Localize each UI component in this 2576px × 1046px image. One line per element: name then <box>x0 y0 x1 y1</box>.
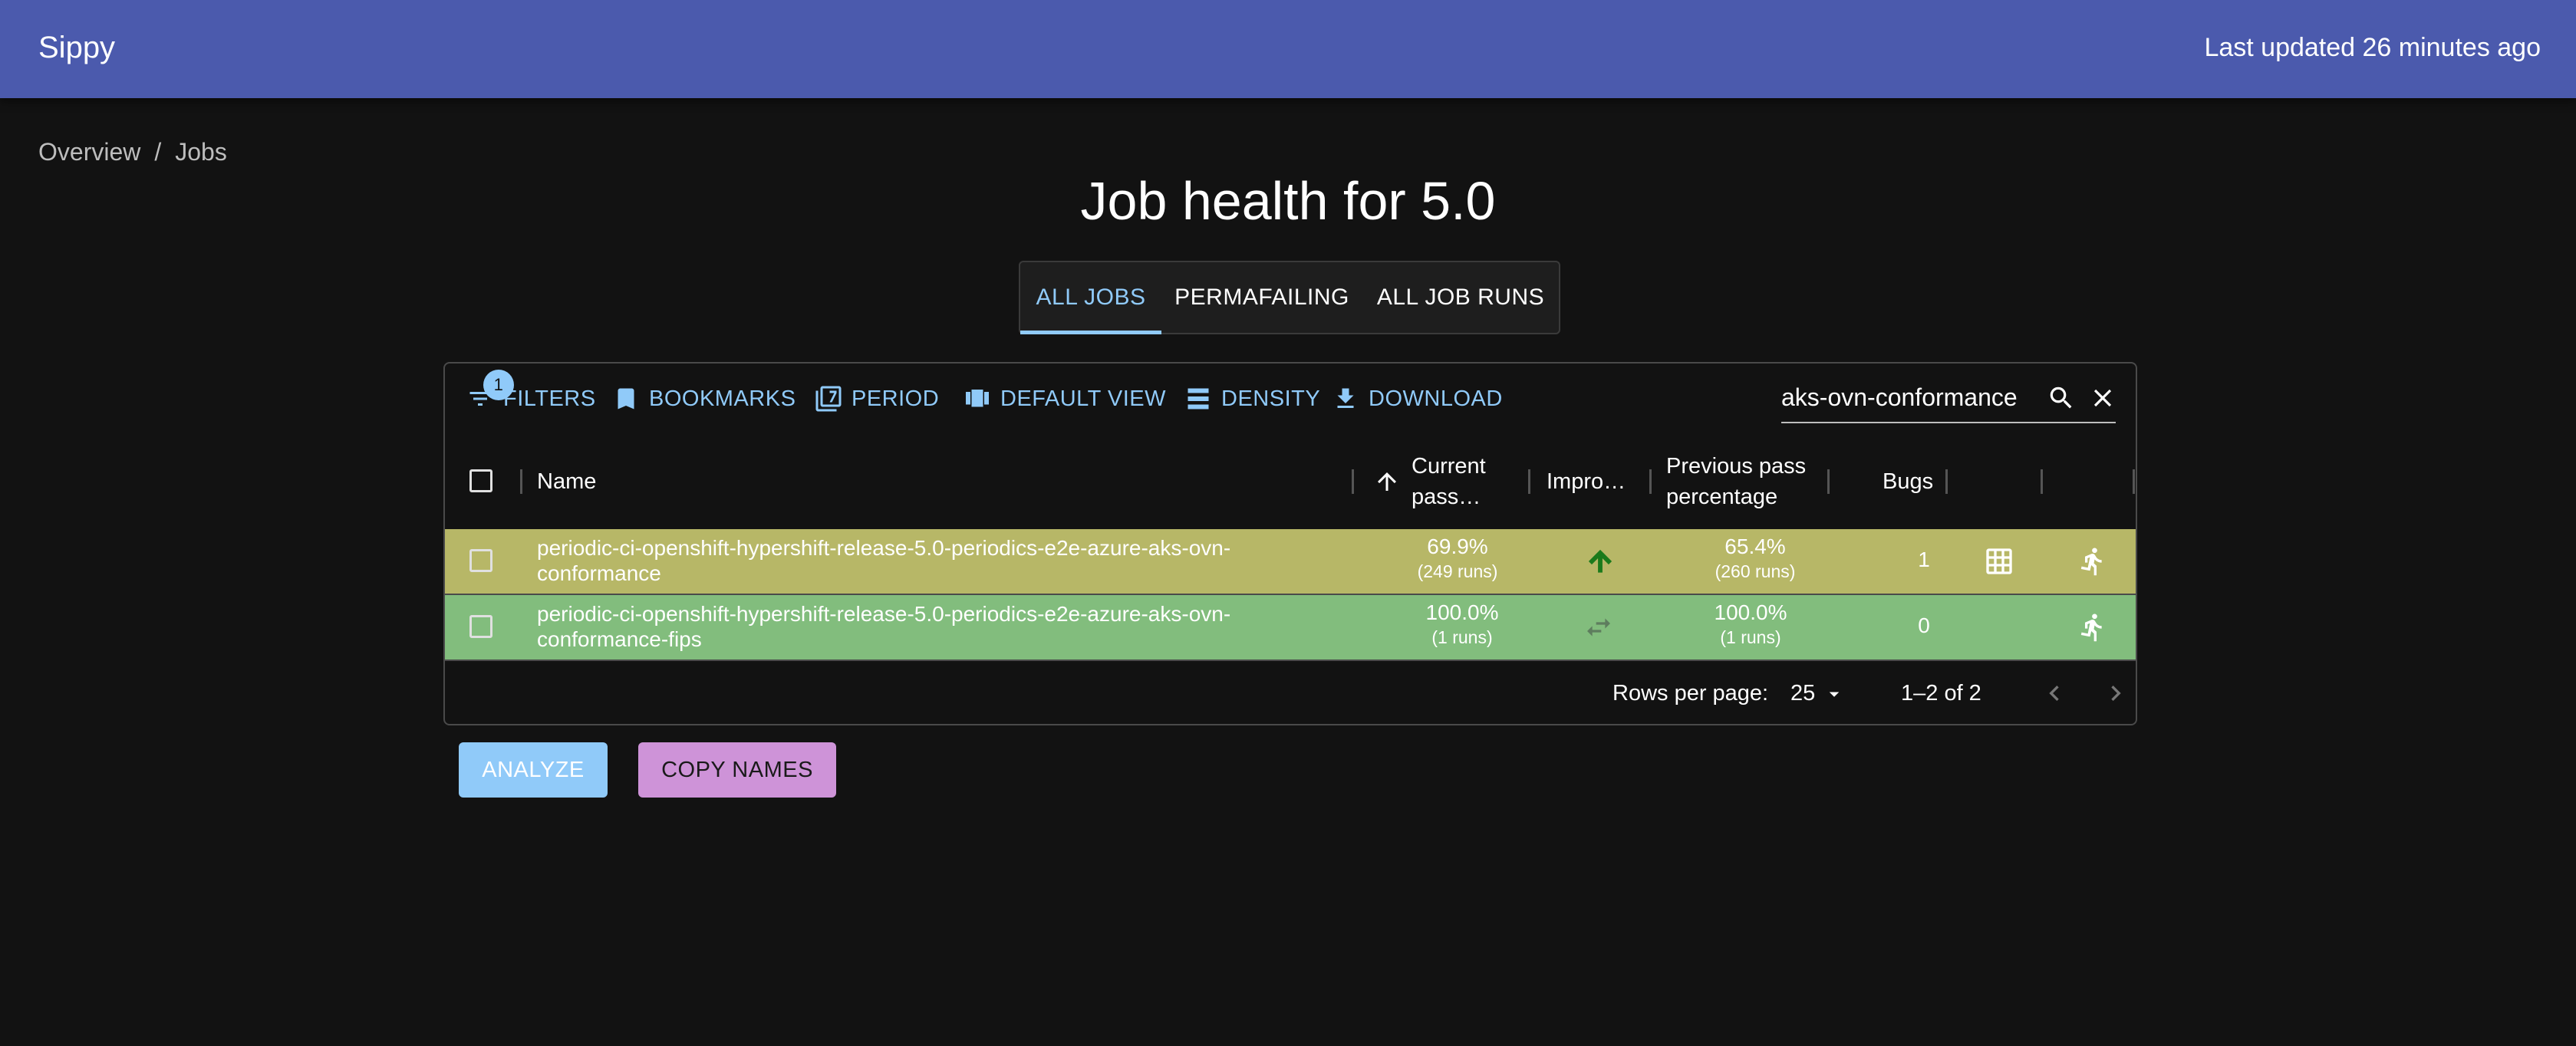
density-button[interactable]: DENSITY <box>1184 383 1320 414</box>
current-pass-header-line1: Current <box>1412 454 1486 479</box>
calendar-seven-icon <box>815 386 842 412</box>
current-pass-value: 100.0% <box>1425 600 1499 624</box>
search-box <box>1781 376 2116 423</box>
job-name-line2: conformance <box>537 561 661 585</box>
breadcrumb: Overview / Jobs <box>38 138 227 166</box>
download-icon <box>1337 388 1354 408</box>
period-label: PERIOD <box>852 386 940 411</box>
last-updated-text: Last updated 26 minutes ago <box>2204 33 2541 62</box>
previous-pass-runs: (1 runs) <box>1720 627 1781 647</box>
bookmarks-button[interactable]: BOOKMARKS <box>612 383 796 414</box>
view-carousel-icon <box>966 390 989 407</box>
job-name-line2: conformance-fips <box>537 627 702 651</box>
period-button[interactable]: PERIOD <box>815 383 939 414</box>
breadcrumb-jobs: Jobs <box>175 138 227 166</box>
column-header-current-pass[interactable]: Current pass… <box>1412 451 1486 512</box>
job-runs-icon[interactable] <box>2077 546 2108 577</box>
bookmarks-label: BOOKMARKS <box>649 386 796 411</box>
chevron-left-icon[interactable] <box>2039 678 2070 709</box>
column-separator[interactable] <box>2133 469 2135 494</box>
previous-pass-cell: 100.0% (1 runs) <box>1674 600 1827 649</box>
column-header-previous-pass[interactable]: Previous pass percentage <box>1666 451 1806 512</box>
current-pass-runs: (249 runs) <box>1417 561 1498 581</box>
default-view-label: DEFAULT VIEW <box>1000 386 1167 411</box>
default-view-button[interactable]: DEFAULT VIEW <box>964 383 1166 414</box>
rows-per-page-label: Rows per page: <box>1612 681 1769 706</box>
bugs-count[interactable]: 1 <box>1901 548 1947 572</box>
grid-view-icon[interactable] <box>1984 546 2014 577</box>
row-checkbox[interactable] <box>469 615 492 638</box>
current-pass-value: 69.9% <box>1427 535 1488 558</box>
column-separator[interactable] <box>1827 469 1830 494</box>
tab-all-jobs[interactable]: ALL JOBS <box>1020 262 1161 334</box>
density-icon <box>1188 388 1209 410</box>
previous-pass-cell: 65.4% (260 runs) <box>1678 534 1832 583</box>
column-separator[interactable] <box>1528 469 1530 494</box>
current-pass-header-line2: pass… <box>1412 485 1481 509</box>
table-row[interactable]: periodic-ci-openshift-hypershift-release… <box>445 595 2136 661</box>
job-tabs: ALL JOBS PERMAFAILING ALL JOB RUNS <box>1019 261 1560 334</box>
previous-pass-header-line2: percentage <box>1666 485 1778 509</box>
filters-label: FILTERS <box>503 386 596 411</box>
column-separator[interactable] <box>1649 469 1652 494</box>
search-icon <box>2050 386 2072 409</box>
rows-per-page-value: 25 <box>1790 681 1816 706</box>
job-runs-icon[interactable] <box>2077 612 2108 643</box>
job-name-line1: periodic-ci-openshift-hypershift-release… <box>537 536 1231 560</box>
previous-pass-value: 65.4% <box>1724 535 1786 558</box>
sort-ascending-icon[interactable] <box>1373 468 1401 495</box>
tab-all-job-runs[interactable]: ALL JOB RUNS <box>1362 262 1559 333</box>
download-label: DOWNLOAD <box>1369 386 1503 411</box>
column-separator[interactable] <box>520 469 522 494</box>
filters-button[interactable]: FILTERS 1 <box>466 370 596 414</box>
bookmark-icon <box>618 388 634 410</box>
table-row[interactable]: periodic-ci-openshift-hypershift-release… <box>445 529 2136 595</box>
filters-count-badge: 1 <box>483 370 514 400</box>
column-header-bugs[interactable]: Bugs <box>1883 466 1933 497</box>
column-header-name[interactable]: Name <box>537 466 596 497</box>
table-toolbar: FILTERS 1 BOOKMARKS PERIOD DEFAULT VIEW … <box>445 363 2136 434</box>
job-name-cell[interactable]: periodic-ci-openshift-hypershift-release… <box>537 535 1273 586</box>
page-title: Job health for 5.0 <box>1080 171 1496 231</box>
column-separator[interactable] <box>1352 469 1354 494</box>
previous-pass-header-line1: Previous pass <box>1666 454 1807 479</box>
arrow-up-icon <box>1588 549 1612 573</box>
row-checkbox[interactable] <box>469 549 492 572</box>
app-bar: Sippy Last updated 26 minutes ago <box>0 0 2576 98</box>
download-button[interactable]: DOWNLOAD <box>1332 383 1503 414</box>
bugs-count[interactable]: 0 <box>1901 613 1947 638</box>
breadcrumb-separator: / <box>154 138 162 166</box>
current-pass-cell: 69.9% (249 runs) <box>1381 534 1534 583</box>
analyze-button[interactable]: ANALYZE <box>459 742 608 798</box>
select-all-checkbox[interactable] <box>469 469 492 492</box>
search-input[interactable] <box>1781 380 2027 414</box>
copy-names-button[interactable]: COPY NAMES <box>638 742 836 798</box>
job-name-line1: periodic-ci-openshift-hypershift-release… <box>537 602 1231 626</box>
table-header: Name Current pass… Impro… Previous pass … <box>445 434 2136 531</box>
chevron-right-icon[interactable] <box>2100 678 2131 709</box>
density-label: DENSITY <box>1221 386 1321 411</box>
app-title[interactable]: Sippy <box>38 31 115 65</box>
jobs-table: FILTERS 1 BOOKMARKS PERIOD DEFAULT VIEW … <box>443 362 2137 725</box>
previous-pass-value: 100.0% <box>1714 600 1787 624</box>
current-pass-runs: (1 runs) <box>1431 627 1493 647</box>
pagination-range: 1–2 of 2 <box>1901 681 1981 706</box>
breadcrumb-overview[interactable]: Overview <box>38 138 140 166</box>
table-pagination: Rows per page: 25 1–2 of 2 <box>445 661 2136 724</box>
rows-per-page-select[interactable]: 25 <box>1790 681 1846 706</box>
swap-icon <box>1587 618 1610 636</box>
caret-down-icon <box>1830 692 1840 697</box>
previous-pass-runs: (260 runs) <box>1715 561 1796 581</box>
clear-search-icon[interactable] <box>2088 383 2117 413</box>
column-header-improvement[interactable]: Impro… <box>1547 466 1626 497</box>
tab-permafailing[interactable]: PERMAFAILING <box>1161 262 1362 333</box>
current-pass-cell: 100.0% (1 runs) <box>1385 600 1539 649</box>
column-separator[interactable] <box>1945 469 1948 494</box>
job-name-cell[interactable]: periodic-ci-openshift-hypershift-release… <box>537 601 1273 652</box>
column-separator[interactable] <box>2041 469 2043 494</box>
